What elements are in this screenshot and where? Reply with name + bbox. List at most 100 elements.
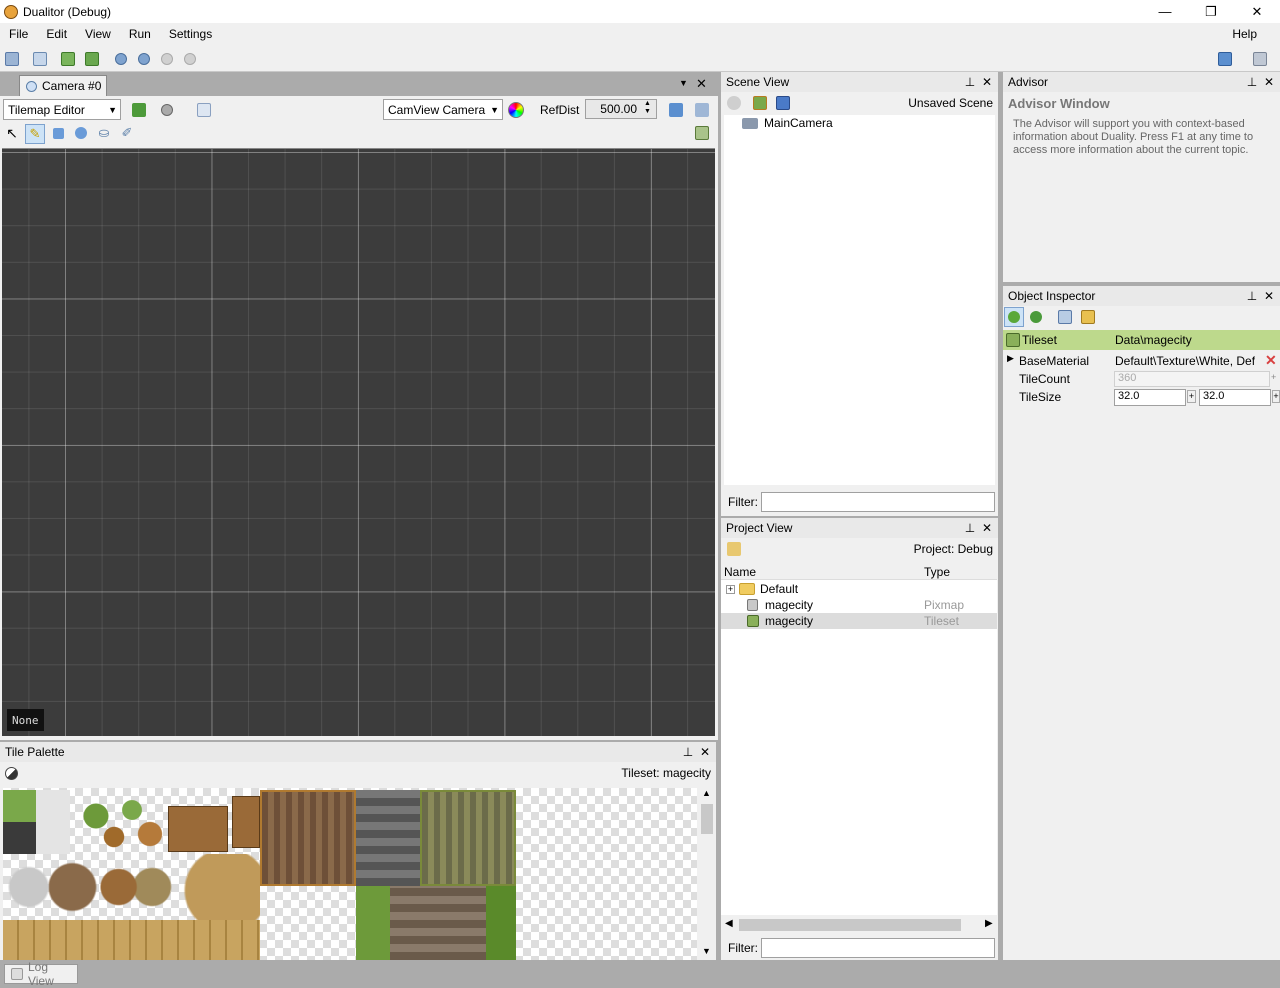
rect-tool[interactable] — [49, 124, 67, 142]
expand-icon[interactable]: + — [726, 584, 735, 594]
object-visibility-button[interactable] — [155, 101, 179, 119]
tree-item-maincamera[interactable]: MainCamera — [742, 115, 833, 131]
tree-item-label: MainCamera — [764, 116, 833, 130]
menu-edit[interactable]: Edit — [37, 27, 76, 41]
app-icon — [4, 4, 18, 19]
scroll-down-icon[interactable]: ▼ — [702, 946, 711, 956]
lock-button[interactable] — [1079, 308, 1097, 326]
menu-run[interactable]: Run — [120, 27, 160, 41]
new-object-icon — [727, 96, 741, 110]
close-icon[interactable]: ✕ — [1261, 74, 1277, 90]
tile-palette-header: Tile Palette ⊥ ✕ — [0, 742, 716, 762]
tilesize-x-field[interactable]: 32.0 — [1114, 389, 1186, 406]
tilesize-y-value: 32.0 — [1203, 390, 1225, 402]
tree-item-tileset[interactable]: magecity Tileset — [721, 613, 997, 629]
layout-button[interactable] — [1216, 50, 1234, 68]
compile-button[interactable] — [83, 50, 101, 68]
publish-icon — [33, 52, 47, 66]
camera-viewport[interactable] — [2, 148, 715, 736]
expand-arrow-icon[interactable]: ▶ — [1007, 353, 1014, 364]
restore-button[interactable]: ❐ — [1188, 0, 1234, 23]
spin-icon[interactable]: + — [1272, 390, 1280, 403]
tab-list-chevron-icon[interactable]: ▼ — [679, 78, 688, 88]
pause-icon — [161, 53, 173, 65]
close-icon[interactable]: ✕ — [1261, 288, 1277, 304]
minimize-button[interactable]: — — [1142, 0, 1188, 23]
reload-button[interactable] — [59, 50, 77, 68]
fill-tool[interactable]: ⛀ — [95, 124, 113, 142]
column-type[interactable]: Type — [924, 565, 950, 579]
camera-options-button[interactable] — [693, 101, 711, 119]
project-filter-input[interactable] — [761, 938, 995, 958]
spin-icon[interactable]: + — [1187, 390, 1196, 403]
spin-icon[interactable]: ▲ ▼ — [644, 100, 651, 116]
scroll-right-icon[interactable]: ▶ — [985, 918, 993, 929]
scene-new-object-button[interactable] — [725, 94, 743, 112]
pick-tool[interactable]: ✐ — [118, 124, 136, 142]
tab-camera[interactable]: Camera #0 — [19, 75, 107, 96]
column-name[interactable]: Name — [724, 565, 756, 579]
tree-item-pixmap[interactable]: magecity Pixmap — [721, 597, 997, 613]
stop-button[interactable] — [181, 50, 199, 68]
pin-icon[interactable]: ⊥ — [680, 744, 696, 760]
advisor-panel: Advisor Window The Advisor will support … — [1003, 92, 1280, 282]
view-mode-select[interactable]: CamView Camera ▼ — [383, 99, 503, 120]
scroll-thumb[interactable] — [701, 804, 713, 834]
scroll-left-icon[interactable]: ◀ — [725, 918, 733, 929]
bg-color-picker[interactable] — [508, 102, 524, 118]
tilemap-settings-button[interactable] — [693, 124, 711, 142]
brick-wall-tile — [390, 886, 486, 960]
table-tile — [168, 806, 228, 852]
perspective-button[interactable] — [665, 101, 687, 119]
palette-scrollbar[interactable]: ▲ ▼ — [699, 788, 715, 960]
log-view-tab[interactable]: Log View — [4, 960, 78, 988]
tab-camera-label: Camera #0 — [42, 79, 102, 93]
clone-button[interactable] — [1056, 308, 1074, 326]
hscroll-thumb[interactable] — [739, 919, 961, 931]
inspector-title: Object Inspector — [1008, 289, 1096, 303]
reset-x-icon[interactable]: ✕ — [1265, 352, 1277, 369]
step-button[interactable] — [135, 50, 153, 68]
pin-icon[interactable]: ⊥ — [1244, 288, 1260, 304]
play-button[interactable] — [112, 50, 130, 68]
tilecount-field: 360 — [1114, 371, 1270, 387]
tileset-preview[interactable] — [3, 788, 697, 960]
snap-button[interactable] — [193, 101, 215, 119]
scroll-up-icon[interactable]: ▲ — [702, 788, 711, 798]
inspector-type-label: Tileset — [1022, 333, 1057, 347]
close-icon[interactable]: ✕ — [979, 74, 995, 90]
select-tool[interactable]: ↖ — [3, 124, 21, 142]
menu-settings[interactable]: Settings — [160, 27, 221, 41]
eraser-icon[interactable] — [5, 767, 18, 780]
project-new-button[interactable] — [725, 540, 743, 558]
tree-item-default[interactable]: + Default — [726, 581, 997, 597]
close-icon[interactable]: ✕ — [697, 744, 713, 760]
window-menu-button[interactable] — [1251, 50, 1269, 68]
menu-help[interactable]: Help — [1223, 27, 1266, 41]
scene-save-button[interactable] — [774, 94, 792, 112]
debug-button[interactable] — [1027, 308, 1045, 326]
menu-file[interactable]: File — [0, 27, 37, 41]
oval-tool[interactable] — [72, 124, 90, 142]
pin-icon[interactable]: ⊥ — [1244, 74, 1260, 90]
pin-icon[interactable]: ⊥ — [962, 74, 978, 90]
close-button[interactable]: ✕ — [1234, 0, 1280, 23]
layer-button[interactable] — [128, 101, 150, 119]
close-icon[interactable]: ✕ — [979, 520, 995, 536]
paint-tool[interactable]: ✎ — [25, 124, 45, 144]
basematerial-value[interactable]: Default\Texture\White, Defa — [1115, 354, 1255, 368]
project-hscrollbar[interactable]: ◀ ▶ — [721, 917, 997, 934]
project-view-title: Project View — [726, 521, 793, 535]
pin-icon[interactable]: ⊥ — [962, 520, 978, 536]
plants-pots-tiles — [78, 792, 168, 852]
close-tab-icon[interactable]: ✕ — [696, 76, 707, 92]
menu-view[interactable]: View — [76, 27, 120, 41]
new-project-button[interactable] — [3, 50, 21, 68]
pause-button[interactable] — [158, 50, 176, 68]
editor-mode-select[interactable]: Tilemap Editor ▼ — [3, 99, 121, 120]
scene-filter-input[interactable] — [761, 492, 995, 512]
tilesize-y-field[interactable]: 32.0 — [1199, 389, 1271, 406]
scene-new-scene-button[interactable] — [751, 94, 769, 112]
publish-button[interactable] — [31, 50, 49, 68]
auto-refresh-button[interactable] — [1004, 307, 1024, 327]
